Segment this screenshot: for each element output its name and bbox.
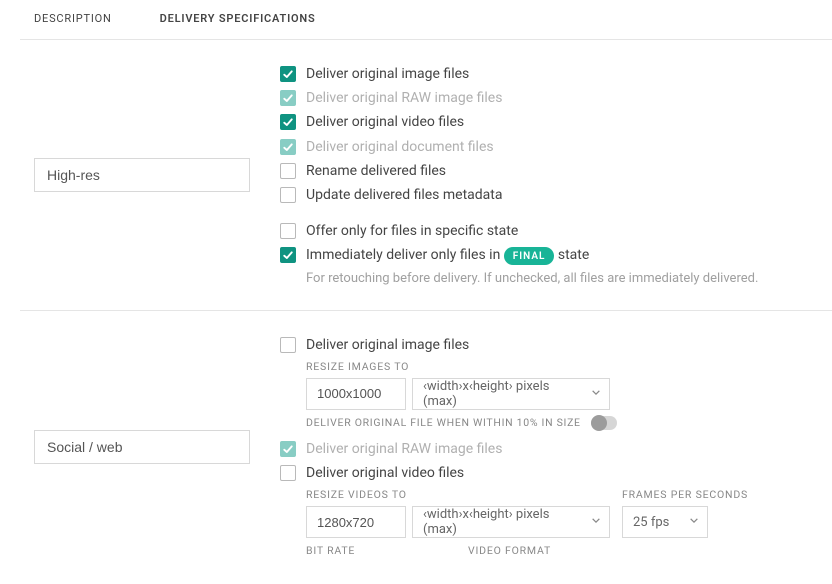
checkbox-deliver-raw [280, 90, 296, 106]
checkbox-deliver-image[interactable] [280, 66, 296, 82]
checkbox-label: Deliver original image files [306, 65, 469, 83]
tab-description[interactable]: DESCRIPTION [34, 0, 112, 39]
opt-deliver-image[interactable]: Deliver original image files [280, 336, 818, 354]
chevron-down-icon [591, 515, 601, 530]
opt-update-meta[interactable]: Update delivered files metadata [280, 186, 818, 204]
checkbox-deliver-raw [280, 441, 296, 457]
checkbox-rename[interactable] [280, 163, 296, 179]
checkbox-label: Deliver original RAW image files [306, 440, 502, 458]
fps-select[interactable]: 25 fps [622, 506, 708, 538]
deliver-original-within-toggle-row: DELIVER ORIGINAL FILE WHEN WITHIN 10% IN… [306, 416, 818, 430]
bitrate-label: BIT RATE [306, 544, 456, 557]
opt-deliver-raw: Deliver original RAW image files [280, 89, 818, 107]
resize-images-group: RESIZE IMAGES TO ‹width›x‹height› pixels… [306, 360, 818, 430]
checkbox-label: Deliver original RAW image files [306, 89, 502, 107]
checkbox-update-meta[interactable] [280, 187, 296, 203]
checkbox-label: Rename delivered files [306, 162, 446, 180]
opt-rename[interactable]: Rename delivered files [280, 162, 818, 180]
tab-delivery-specifications[interactable]: DELIVERY SPECIFICATIONS [160, 0, 316, 39]
tabs-bar: DESCRIPTION DELIVERY SPECIFICATIONS [20, 0, 832, 40]
fps-label: FRAMES PER SECONDS [622, 488, 748, 501]
checkbox-label: Immediately deliver only files in FINAL … [306, 246, 589, 264]
row-name-input[interactable] [34, 158, 250, 192]
row-name-input[interactable] [34, 430, 250, 464]
deliver-original-within-label: DELIVER ORIGINAL FILE WHEN WITHIN 10% IN… [306, 416, 581, 429]
checkbox-label: Deliver original document files [306, 138, 494, 156]
image-size-unit-select[interactable]: ‹width›x‹height› pixels (max) [412, 378, 610, 410]
opt-deliver-raw: Deliver original RAW image files [280, 440, 818, 458]
opt-deliver-video[interactable]: Deliver original video files [280, 464, 818, 482]
checkbox-offer-state[interactable] [280, 223, 296, 239]
video-size-unit-select[interactable]: ‹width›x‹height› pixels (max) [412, 506, 610, 538]
checkbox-label: Update delivered files metadata [306, 186, 502, 204]
opt-deliver-image[interactable]: Deliver original image files [280, 65, 818, 83]
deliver-original-within-toggle[interactable] [591, 416, 617, 430]
image-size-input[interactable] [306, 378, 406, 410]
checkbox-immediate-final[interactable] [280, 247, 296, 263]
checkbox-label: Offer only for files in specific state [306, 222, 518, 240]
checkbox-label: Deliver original video files [306, 464, 464, 482]
resize-videos-label: RESIZE VIDEOS TO [306, 488, 610, 501]
chevron-down-icon [689, 515, 699, 530]
delivery-row-social-web: Deliver original image files RESIZE IMAG… [20, 311, 832, 584]
opt-deliver-video[interactable]: Deliver original video files [280, 113, 818, 131]
video-size-input[interactable] [306, 506, 406, 538]
checkbox-deliver-doc [280, 139, 296, 155]
resize-videos-group: RESIZE VIDEOS TO ‹width›x‹height› pixels… [306, 488, 818, 562]
chevron-down-icon [591, 386, 601, 401]
video-format-label: VIDEO FORMAT [468, 544, 551, 557]
checkbox-deliver-video[interactable] [280, 114, 296, 130]
checkbox-label: Deliver original video files [306, 113, 464, 131]
checkbox-label: Deliver original image files [306, 336, 469, 354]
resize-images-label: RESIZE IMAGES TO [306, 360, 818, 373]
checkbox-deliver-video[interactable] [280, 465, 296, 481]
immediate-help-text: For retouching before delivery. If unche… [306, 271, 818, 286]
opt-offer-state[interactable]: Offer only for files in specific state [280, 222, 818, 240]
final-badge: FINAL [504, 247, 555, 265]
opt-immediate-final[interactable]: Immediately deliver only files in FINAL … [280, 246, 818, 264]
opt-deliver-doc: Deliver original document files [280, 138, 818, 156]
delivery-row-high-res: Deliver original image files Deliver ori… [20, 40, 832, 311]
checkbox-deliver-image[interactable] [280, 337, 296, 353]
